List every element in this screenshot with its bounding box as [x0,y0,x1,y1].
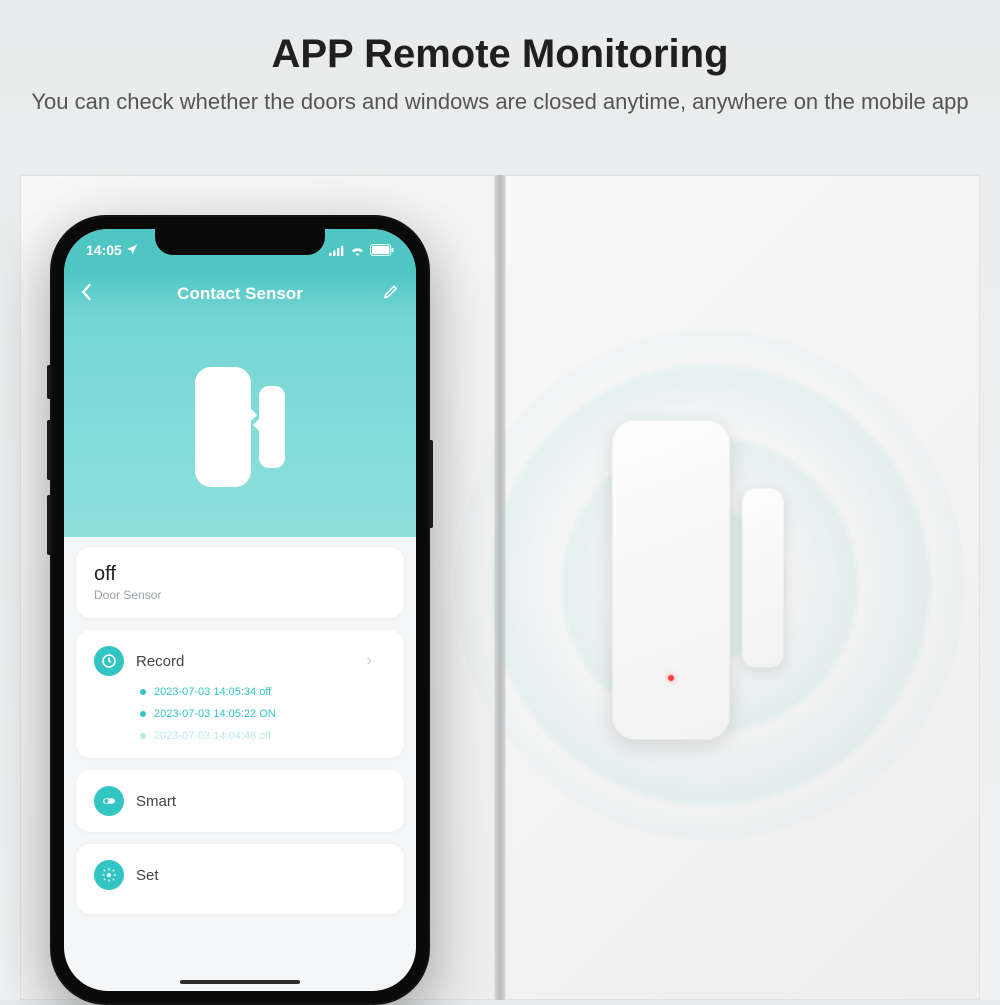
sensor-led-indicator [668,675,674,681]
record-card[interactable]: Record › 2023-07-03 14:05:34 off 2023-07… [76,630,404,758]
sensor-main-body [612,420,730,740]
location-icon [126,242,138,258]
set-card[interactable]: Set [76,844,404,914]
home-indicator[interactable] [180,980,300,984]
back-button[interactable] [80,283,92,305]
app-header: Contact Sensor [64,271,416,317]
sensor-hero-graphic [64,317,416,537]
set-label: Set [136,867,159,884]
record-entry: 2023-07-03 14:05:34 off [140,686,386,698]
phone-volume-up [47,420,50,480]
phone-notch [155,229,325,255]
app-title: Contact Sensor [177,284,303,304]
phone-volume-down [47,495,50,555]
sensor-magnet-body [742,488,784,668]
sensor-state: off [94,563,386,586]
edit-button[interactable] [382,283,400,306]
sensor-label: Door Sensor [94,588,386,602]
marketing-heading: APP Remote Monitoring You can check whet… [0,32,1000,117]
smart-card[interactable]: Smart [76,770,404,832]
phone-screen: 14:05 Contact Sensor [64,229,416,991]
status-time: 14:05 [86,242,122,258]
wifi-icon [350,245,365,256]
smart-icon [94,786,124,816]
phone-mockup: 14:05 Contact Sensor [50,215,430,1005]
record-list: 2023-07-03 14:05:34 off 2023-07-03 14:05… [94,686,386,742]
status-card[interactable]: off Door Sensor [76,547,404,618]
door-sensor-device [612,420,730,740]
signal-icon [329,245,345,256]
heading-subtitle: You can check whether the doors and wind… [0,87,1000,117]
phone-power-button [430,440,433,528]
smart-label: Smart [136,793,176,810]
content-area: off Door Sensor Record › 2023-07-03 14:0… [64,537,416,924]
record-entry: 2023-07-03 14:05:22 ON [140,708,386,720]
record-entry: 2023-07-03 14:04:48 off [140,730,386,742]
chevron-right-icon: › [367,652,372,670]
record-label: Record [136,653,184,670]
clock-icon [94,646,124,676]
battery-icon [370,244,394,256]
phone-mute-switch [47,365,50,399]
sensor-icon [195,367,285,487]
settings-icon [94,860,124,890]
heading-title: APP Remote Monitoring [0,32,1000,77]
